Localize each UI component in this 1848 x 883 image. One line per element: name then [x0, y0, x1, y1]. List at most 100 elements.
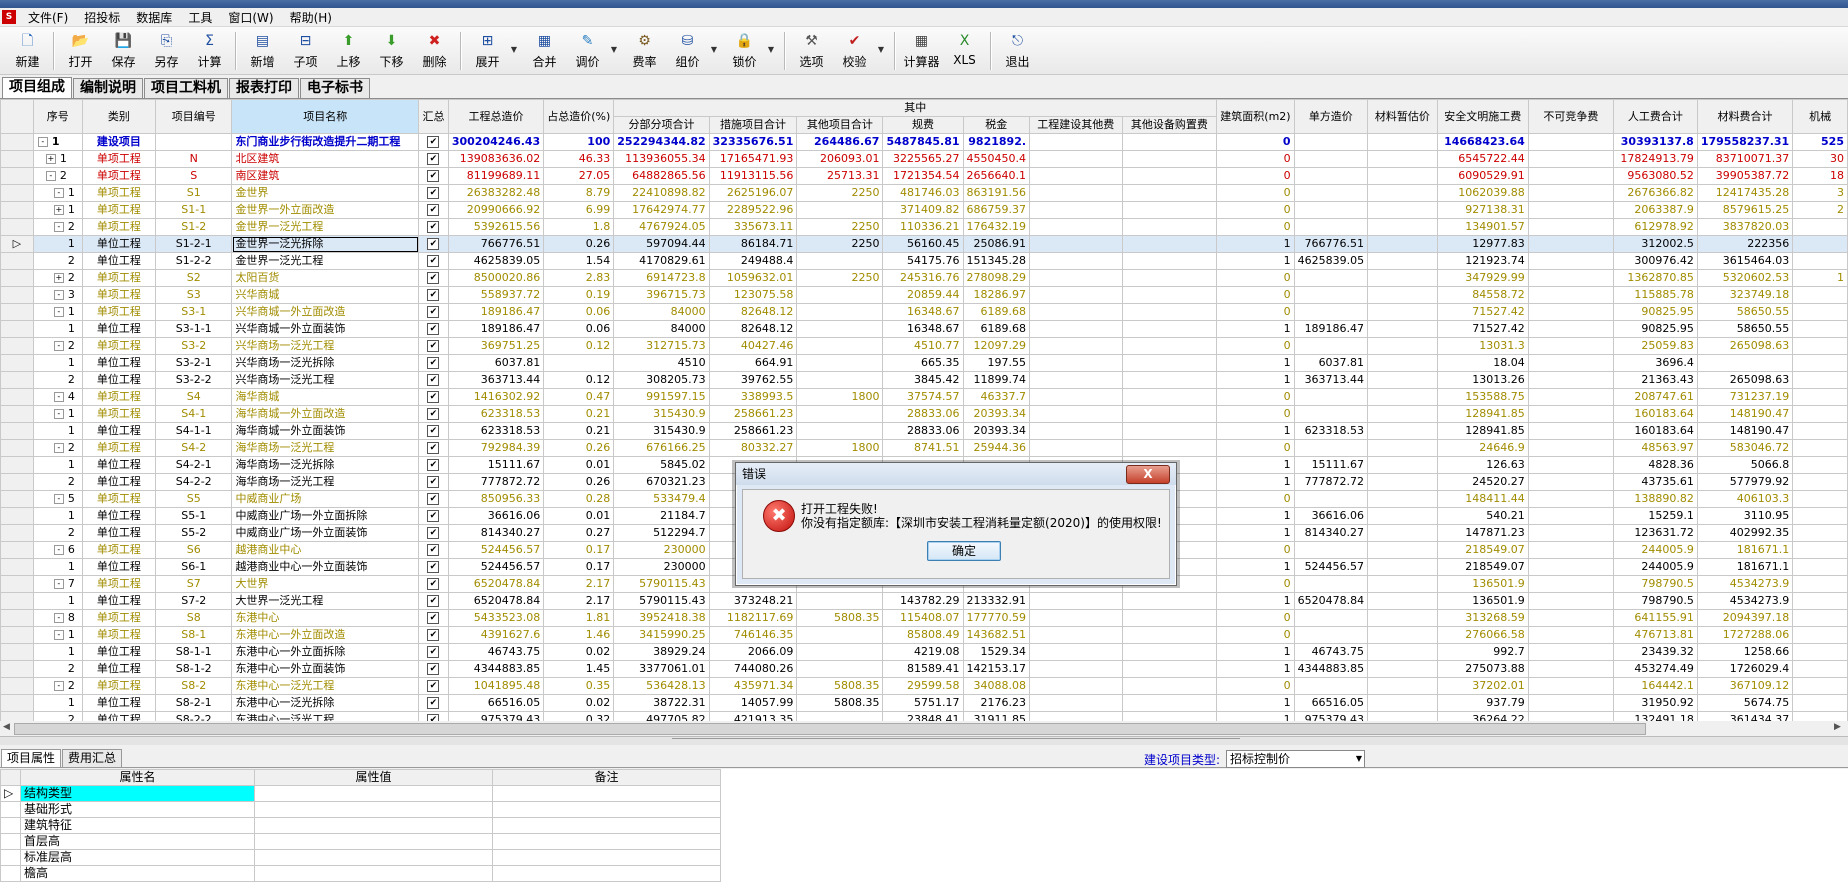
cell-noncomp[interactable] — [1527, 473, 1614, 491]
cell-area[interactable]: 0 — [1216, 184, 1295, 202]
toolbar-button-save[interactable]: 💾 保存 — [102, 29, 145, 73]
checkbox[interactable]: ✔ — [427, 544, 440, 556]
cell-tax[interactable]: 6189.68 — [962, 320, 1031, 338]
row-code[interactable] — [155, 133, 233, 151]
cell-noncomp[interactable] — [1527, 541, 1614, 559]
cell-constr[interactable] — [1029, 422, 1123, 440]
cell-labor[interactable]: 641155.91 — [1612, 609, 1698, 627]
property-note[interactable] — [492, 833, 721, 850]
checkbox[interactable]: ✔ — [427, 255, 440, 267]
cell-total[interactable]: 6520478.84 — [447, 592, 545, 610]
cell-total[interactable]: 20990666.92 — [447, 201, 545, 219]
cell-equip[interactable] — [1121, 405, 1218, 423]
cell-labor[interactable]: 244005.9 — [1612, 558, 1698, 576]
cell-total[interactable]: 36616.06 — [447, 507, 545, 525]
summary-checkbox-cell[interactable]: ✔ — [418, 388, 449, 406]
cell-constr[interactable] — [1029, 286, 1123, 304]
toolbar-button-move-up[interactable]: ⬆ 上移 — [327, 29, 370, 73]
cell-temp[interactable] — [1367, 303, 1438, 321]
row-type[interactable]: 单项工程 — [81, 575, 157, 593]
cell-constr[interactable] — [1029, 660, 1123, 678]
collapse-icon[interactable]: - — [37, 137, 48, 147]
cell-equip[interactable] — [1121, 150, 1218, 168]
cell-temp[interactable] — [1367, 490, 1438, 508]
property-name[interactable]: 标准层高 — [20, 849, 255, 866]
summary-checkbox-cell[interactable]: ✔ — [418, 439, 449, 457]
row-sequence[interactable]: 2 — [32, 473, 83, 491]
cell-tax[interactable]: 863191.56 — [962, 184, 1031, 202]
cell-temp[interactable] — [1367, 660, 1438, 678]
property-row[interactable]: 首层高 — [0, 833, 721, 850]
table-row[interactable]: -1 单项工程 S8-1 东港中心一外立面改造 ✔ 4391627.6 1.46 341599… — [0, 626, 1848, 644]
summary-checkbox-cell[interactable]: ✔ — [418, 660, 449, 678]
cell-pct[interactable]: 1.8 — [543, 218, 615, 236]
cell-total[interactable]: 6037.81 — [447, 354, 545, 372]
cell-temp[interactable] — [1367, 201, 1438, 219]
table-row[interactable]: -8 单项工程 S8 东港中心 ✔ 5433523.08 1.81 3952418.38 118… — [0, 609, 1848, 627]
table-row[interactable]: -1 建设项目 东门商业步行街改造提升二期工程 ✔ 300204246.43 100 252… — [0, 133, 1848, 151]
row-name[interactable]: 太阳百货 — [231, 269, 420, 287]
cell-unitp[interactable]: 363713.44 — [1293, 371, 1369, 389]
row-name[interactable]: 海华商场一泛光拆除 — [231, 456, 420, 474]
row-sequence[interactable]: 1 — [32, 507, 83, 525]
cell-pct[interactable]: 0.21 — [543, 422, 615, 440]
bottom-tab-1[interactable]: 费用汇总 — [62, 749, 123, 767]
column-header-total[interactable]: 工程总造价 — [447, 99, 545, 134]
column-header-type[interactable]: 类别 — [81, 99, 157, 134]
cell-meas[interactable]: 744080.26 — [708, 660, 798, 678]
row-name[interactable]: 兴华商城一外立面改造 — [231, 303, 420, 321]
table-row[interactable]: +1 单项工程 N 北区建筑 ✔ 139083636.02 46.33 113936055.3… — [0, 150, 1848, 168]
row-sequence[interactable]: -7 — [32, 575, 83, 593]
cell-mach[interactable] — [1792, 609, 1848, 627]
toolbar-button-delete[interactable]: ✖ 删除 — [413, 29, 456, 73]
column-header-fee[interactable]: 规费 — [882, 116, 964, 134]
cell-tax[interactable]: 34088.08 — [962, 677, 1031, 695]
cell-pct[interactable]: 2.17 — [543, 575, 615, 593]
cell-fee[interactable]: 371409.82 — [882, 201, 964, 219]
tab-0[interactable]: 项目组成 — [2, 77, 72, 98]
cell-other[interactable] — [796, 626, 884, 644]
row-name[interactable]: 中威商业广场一外立面拆除 — [231, 507, 420, 525]
checkbox[interactable]: ✔ — [427, 425, 440, 437]
cell-fee[interactable]: 4219.08 — [882, 643, 964, 661]
row-type[interactable]: 单项工程 — [81, 439, 157, 457]
collapse-icon[interactable]: - — [53, 681, 64, 691]
summary-checkbox-cell[interactable]: ✔ — [418, 473, 449, 491]
cell-safe[interactable]: 148411.44 — [1436, 490, 1529, 508]
summary-checkbox-cell[interactable]: ✔ — [418, 609, 449, 627]
cell-total[interactable]: 189186.47 — [447, 303, 545, 321]
table-row[interactable]: 1 单位工程 S8-2-1 东港中心一泛光拆除 ✔ 66516.05 0.02 38722.3… — [0, 694, 1848, 712]
cell-unitp[interactable] — [1293, 388, 1369, 406]
cell-area[interactable]: 1 — [1216, 558, 1295, 576]
cell-labor[interactable]: 21363.43 — [1612, 371, 1698, 389]
cell-other[interactable] — [796, 643, 884, 661]
cell-mat[interactable]: 265098.63 — [1696, 371, 1794, 389]
cell-safe[interactable]: 218549.07 — [1436, 558, 1529, 576]
cell-mach[interactable] — [1792, 592, 1848, 610]
cell-unitp[interactable] — [1293, 269, 1369, 287]
checkbox[interactable]: ✔ — [427, 153, 440, 165]
row-name[interactable]: 东港中心一外立面改造 — [231, 626, 420, 644]
row-name[interactable]: 金世界一泛光工程 — [231, 252, 420, 270]
table-row[interactable]: 2 单位工程 S1-2-2 金世界一泛光工程 ✔ 4625839.05 1.54 417082… — [0, 252, 1848, 270]
cell-sub[interactable]: 4767924.05 — [613, 218, 710, 236]
cell-sub[interactable]: 3415990.25 — [613, 626, 710, 644]
row-sequence[interactable]: -3 — [32, 286, 83, 304]
property-note[interactable] — [492, 801, 721, 818]
property-name[interactable]: 檐高 — [20, 865, 255, 882]
cell-safe[interactable]: 992.7 — [1436, 643, 1529, 661]
cell-meas[interactable]: 1182117.69 — [708, 609, 798, 627]
property-name[interactable]: 首层高 — [20, 833, 255, 850]
row-name[interactable]: 兴华商城 — [231, 286, 420, 304]
cell-other[interactable] — [796, 354, 884, 372]
cell-tax[interactable]: 278098.29 — [962, 269, 1031, 287]
cell-fee[interactable]: 16348.67 — [882, 303, 964, 321]
cell-mat[interactable]: 2094397.18 — [1696, 609, 1794, 627]
table-row[interactable]: +1 单项工程 S1-1 金世界一外立面改造 ✔ 20990666.92 6.99 17642… — [0, 201, 1848, 219]
toolbar-button-xls-export[interactable]: X XLS — [943, 29, 986, 73]
row-name[interactable]: 大世界 — [231, 575, 420, 593]
toolbar-button-rate[interactable]: ⚙ 费率 — [623, 29, 666, 73]
tab-1[interactable]: 编制说明 — [73, 78, 143, 98]
row-type[interactable]: 单项工程 — [81, 337, 157, 355]
cell-mach[interactable] — [1792, 490, 1848, 508]
